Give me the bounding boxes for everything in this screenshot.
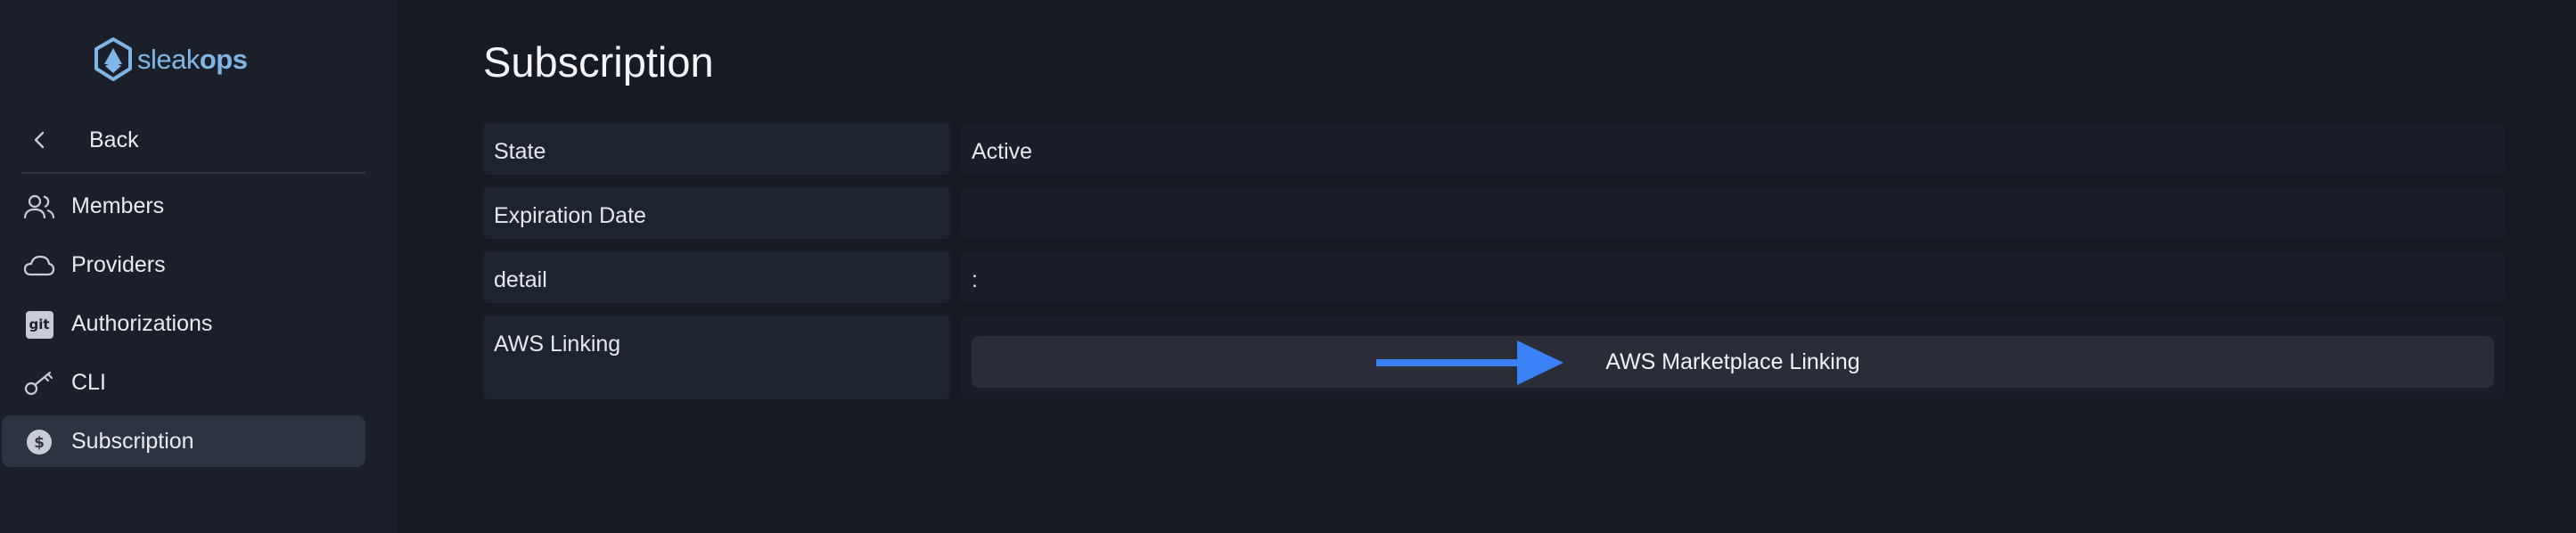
sidebar-item-label: Subscription [71, 428, 194, 454]
sidebar-item-authorizations[interactable]: git Authorizations [2, 298, 365, 349]
arrow-right-icon [1376, 340, 1563, 385]
sidebar-item-label: Providers [71, 251, 166, 277]
aws-button-label: AWS Marketplace Linking [1605, 348, 1860, 374]
chevron-left-icon [34, 131, 45, 149]
brand-name: sleakops [137, 44, 248, 75]
key-icon [24, 371, 53, 396]
sidebar: sleakops Back Members Providers git Auth… [0, 0, 398, 533]
sidebar-item-providers[interactable]: Providers [2, 239, 365, 291]
git-icon: git [25, 310, 53, 339]
row-value-detail: : [961, 251, 2505, 303]
page-title: Subscription [483, 38, 714, 86]
row-label-detail: detail [483, 251, 950, 303]
state-value: Active [972, 139, 1033, 164]
row-label-state: State [483, 123, 950, 175]
dollar-icon: $ [27, 430, 52, 455]
row-label-text: AWS Linking [494, 332, 621, 357]
sidebar-divider [21, 172, 365, 174]
sidebar-item-label: Members [71, 193, 165, 218]
sleakops-logo[interactable]: sleakops [93, 37, 248, 82]
cloud-icon [23, 255, 55, 276]
sidebar-item-members[interactable]: Members [2, 180, 365, 232]
sidebar-item-label: CLI [71, 369, 106, 395]
sidebar-item-subscription[interactable]: $ Subscription [2, 415, 365, 467]
detail-value: : [972, 267, 978, 292]
users-icon [23, 194, 55, 219]
row-label-expiration-date: Expiration Date [483, 187, 950, 239]
sidebar-item-cli[interactable]: CLI [2, 357, 365, 408]
sidebar-item-label: Authorizations [71, 310, 213, 336]
row-label-aws-linking: AWS Linking [483, 316, 950, 399]
sleakops-logo-icon [94, 37, 132, 81]
back-button[interactable]: Back [21, 121, 365, 159]
row-value-expiration-date [961, 187, 2505, 239]
row-label-text: State [494, 139, 546, 164]
svg-text:$: $ [34, 434, 45, 452]
row-value-state: Active [961, 123, 2505, 175]
row-label-text: detail [494, 267, 547, 292]
aws-marketplace-linking-button[interactable]: AWS Marketplace Linking [972, 336, 2494, 388]
back-label: Back [89, 127, 139, 152]
row-label-text: Expiration Date [494, 203, 646, 228]
